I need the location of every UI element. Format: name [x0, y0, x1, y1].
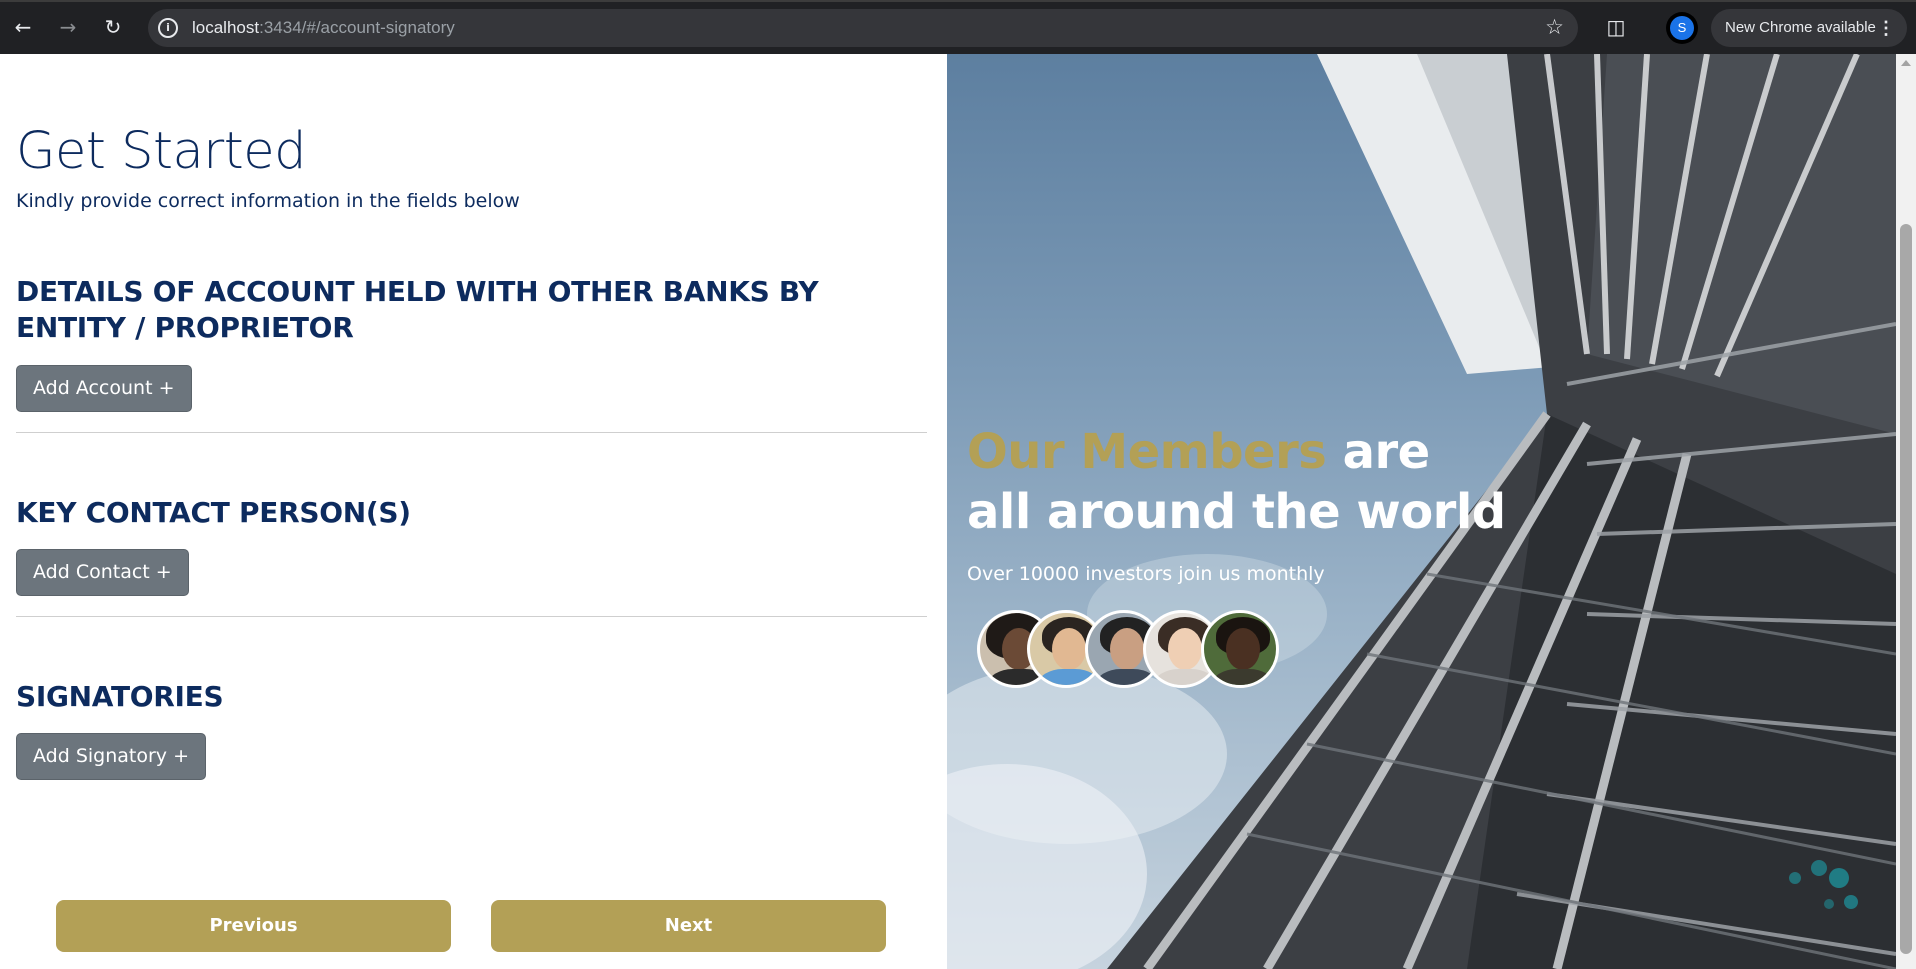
- scroll-up-icon[interactable]: [1901, 60, 1911, 66]
- page-scrollbar[interactable]: [1896, 54, 1916, 969]
- address-bar[interactable]: i localhost:3434/#/account-signatory ☆: [148, 9, 1578, 47]
- forward-icon[interactable]: →: [53, 12, 83, 42]
- form-panel: Get Started Kindly provide correct infor…: [0, 54, 947, 969]
- profile-initial: S: [1670, 16, 1694, 40]
- previous-button[interactable]: Previous: [56, 900, 451, 952]
- member-avatar: [1201, 610, 1279, 688]
- section-title-other-banks: DETAILS OF ACCOUNT HELD WITH OTHER BANKS…: [16, 275, 819, 344]
- update-chrome-button[interactable]: New Chrome available ⋮: [1711, 9, 1907, 47]
- scrollbar-thumb[interactable]: [1900, 224, 1912, 954]
- address-url[interactable]: localhost:3434/#/account-signatory: [192, 18, 455, 38]
- profile-avatar[interactable]: S: [1666, 12, 1698, 44]
- hero-title: Our Members are all around the world: [967, 422, 1506, 542]
- add-account-button[interactable]: Add Account +: [16, 365, 192, 412]
- add-contact-button[interactable]: Add Contact +: [16, 549, 189, 596]
- bookmark-star-icon[interactable]: ☆: [1545, 15, 1564, 39]
- browser-toolbar: ← → ↻ i localhost:3434/#/account-signato…: [0, 0, 1916, 54]
- next-button[interactable]: Next: [491, 900, 886, 952]
- extensions-icon[interactable]: ◫: [1602, 13, 1630, 41]
- decorative-dots: [1789, 860, 1858, 909]
- hero-subtitle: Over 10000 investors join us monthly: [967, 563, 1325, 585]
- kebab-menu-icon[interactable]: ⋮: [1877, 9, 1895, 47]
- page-subtitle: Kindly provide correct information in th…: [16, 190, 520, 212]
- section-title-signatories: SIGNATORIES: [16, 680, 224, 713]
- page-title: Get Started: [16, 122, 306, 181]
- site-info-icon[interactable]: i: [158, 18, 178, 38]
- section-title-key-contacts: KEY CONTACT PERSON(S): [16, 496, 411, 529]
- reload-icon[interactable]: ↻: [98, 12, 128, 42]
- hero-title-highlight: Our Members: [967, 424, 1327, 480]
- hero-panel: Our Members are all around the world Ove…: [947, 54, 1896, 969]
- update-label: New Chrome available: [1725, 19, 1876, 36]
- hero-title-line2: all around the world: [967, 484, 1506, 540]
- section-divider: [16, 432, 927, 433]
- add-signatory-button[interactable]: Add Signatory +: [16, 733, 206, 780]
- hero-title-rest: are: [1326, 424, 1431, 480]
- back-icon[interactable]: ←: [8, 12, 38, 42]
- section-divider: [16, 616, 927, 617]
